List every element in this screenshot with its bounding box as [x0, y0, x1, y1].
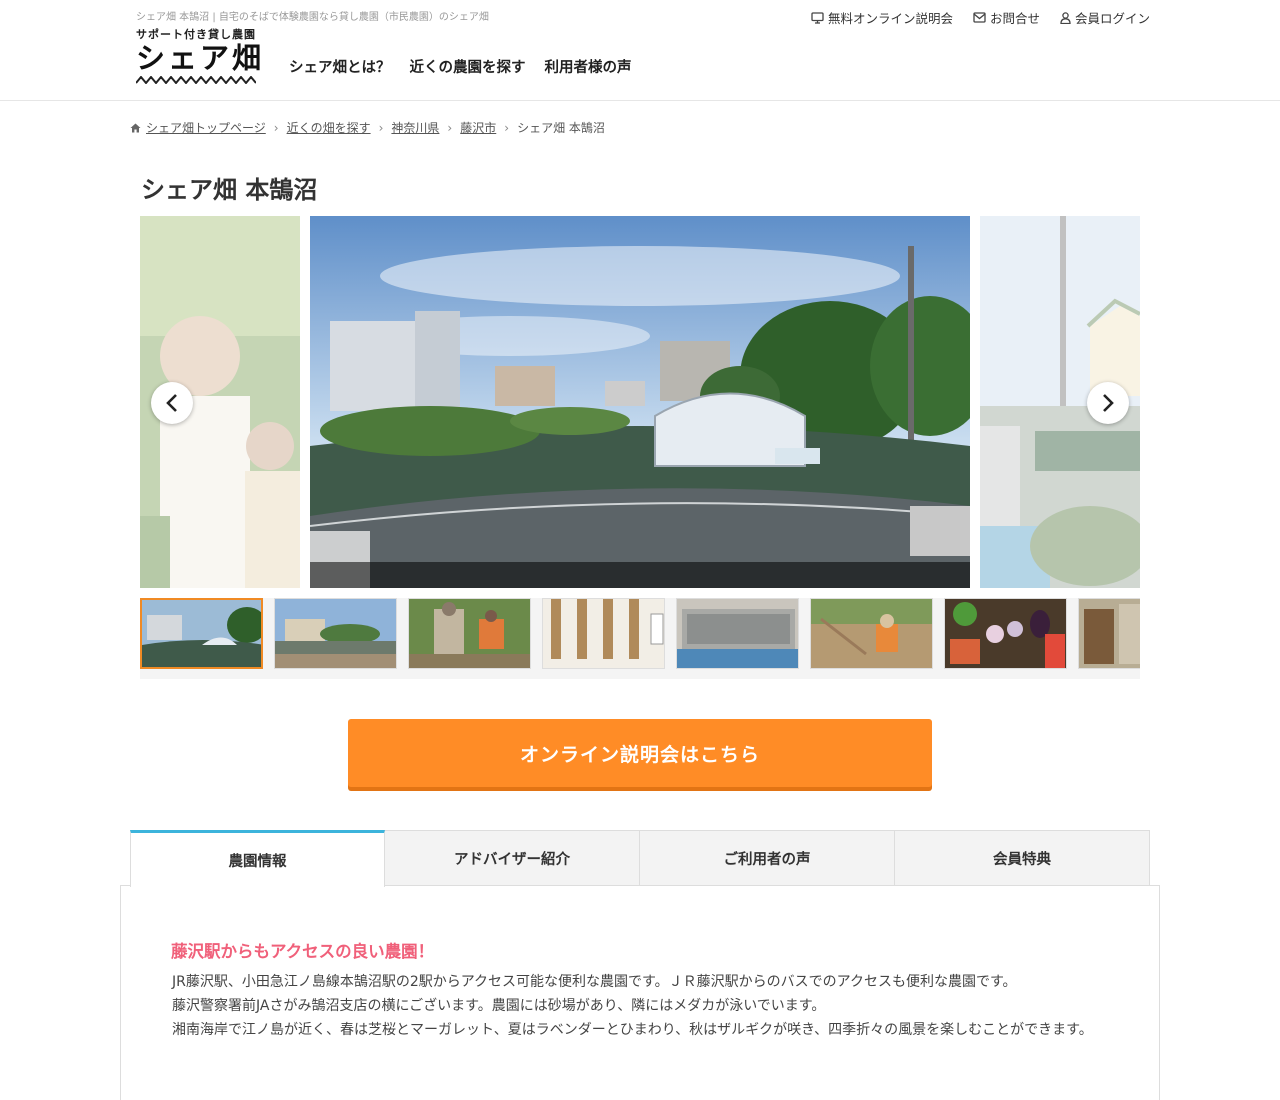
nav-about[interactable]: シェア畑とは？ — [289, 56, 391, 77]
chevron-left-icon — [166, 394, 177, 412]
site-header: シェア畑 本鵠沼 | 自宅のそばで体験農園なら貸し農園（市民農園）のシェア畑 サ… — [0, 0, 1280, 101]
thumbnail-7[interactable] — [944, 598, 1067, 669]
chevron-right-icon: › — [447, 120, 453, 135]
tab-farm-info[interactable]: 農園情報 — [130, 830, 385, 887]
info-tabs: 農園情報 アドバイザー紹介 ご利用者の声 会員特典 — [130, 830, 1150, 887]
member-login-label: 会員ログイン — [1074, 11, 1150, 26]
chevron-right-icon — [1103, 394, 1114, 412]
farm-info-heading: 藤沢駅からもアクセスの良い農園！ — [171, 942, 435, 961]
contact-link[interactable]: お問合せ — [973, 8, 1040, 27]
global-nav: シェア畑とは？ 近くの農園を探す 利用者様の声 — [289, 56, 632, 77]
farm-info-paragraph: JR藤沢駅、小田急江ノ島線本鵠沼駅の2駅からアクセス可能な便利な農園です。ＪＲ藤… — [172, 974, 1017, 990]
thumbnail-5[interactable] — [676, 598, 799, 669]
online-seminar-label: 無料オンライン説明会 — [827, 11, 953, 26]
breadcrumb-top[interactable]: シェア畑トップページ — [146, 119, 266, 136]
farm-info-body: JR藤沢駅、小田急江ノ島線本鵠沼駅の2駅からアクセス可能な便利な農園です。ＪＲ藤… — [172, 970, 1112, 1042]
thumbnail-4[interactable] — [542, 598, 665, 669]
cta-label: オンライン説明会はこちら — [519, 743, 760, 766]
logo-title: シェア畑 — [136, 41, 265, 75]
user-icon — [1060, 11, 1071, 24]
breadcrumb: シェア畑トップページ › 近くの畑を探す › 神奈川県 › 藤沢市 › シェア畑… — [130, 119, 605, 136]
slider-prev-button[interactable] — [151, 382, 193, 424]
tab-member-benefits[interactable]: 会員特典 — [895, 830, 1150, 886]
page-title: シェア畑 本鵠沼 — [141, 176, 318, 204]
logo-wave-decoration — [136, 76, 256, 84]
chevron-right-icon: › — [504, 120, 510, 135]
utility-nav: 無料オンライン説明会 お問合せ 会員ログイン — [811, 8, 1150, 27]
farm-info-paragraph: 湘南海岸で江ノ島が近く、春は芝桜とマーガレット、夏はラベンダーとひまわり、秋はザ… — [172, 1022, 1093, 1038]
breadcrumb-find[interactable]: 近くの畑を探す — [287, 119, 371, 136]
farm-info-panel: 藤沢駅からもアクセスの良い農園！ JR藤沢駅、小田急江ノ島線本鵠沼駅の2駅からア… — [120, 885, 1160, 1100]
chevron-right-icon: › — [273, 120, 279, 135]
tab-advisor[interactable]: アドバイザー紹介 — [385, 830, 640, 886]
site-logo[interactable]: サポート付き貸し農園 シェア畑 — [136, 26, 261, 88]
thumbnail-strip — [140, 598, 1140, 679]
breadcrumb-current: シェア畑 本鵠沼 — [517, 121, 605, 135]
online-seminar-link[interactable]: 無料オンライン説明会 — [811, 8, 953, 27]
home-icon — [130, 123, 141, 132]
thumbnail-6[interactable] — [810, 598, 933, 669]
mail-icon — [973, 12, 986, 23]
slide-current[interactable] — [310, 216, 970, 588]
thumbnail-8[interactable] — [1078, 598, 1140, 669]
monitor-icon — [811, 11, 824, 24]
site-description: シェア畑 本鵠沼 | 自宅のそばで体験農園なら貸し農園（市民農園）のシェア畑 — [136, 12, 489, 23]
photo-slider — [140, 216, 1140, 588]
online-seminar-cta-button[interactable]: オンライン説明会はこちら — [348, 719, 932, 787]
chevron-right-icon: › — [378, 120, 384, 135]
member-login-link[interactable]: 会員ログイン — [1060, 8, 1150, 27]
nav-voices[interactable]: 利用者様の声 — [545, 56, 632, 77]
breadcrumb-city[interactable]: 藤沢市 — [460, 119, 496, 136]
thumbnail-2[interactable] — [274, 598, 397, 669]
farm-info-paragraph: 藤沢警察署前JAさがみ鵠沼支店の横にございます。農園には砂場があり、隣にはメダカ… — [172, 998, 826, 1014]
contact-label: お問合せ — [989, 11, 1040, 26]
breadcrumb-prefecture[interactable]: 神奈川県 — [391, 119, 439, 136]
thumbnail-3[interactable] — [408, 598, 531, 669]
slide-caption-bar — [310, 562, 970, 588]
tab-user-voices[interactable]: ご利用者の声 — [640, 830, 895, 886]
nav-find-farm[interactable]: 近くの農園を探す — [410, 56, 526, 77]
thumbnail-1[interactable] — [140, 598, 263, 669]
slider-next-button[interactable] — [1087, 382, 1129, 424]
